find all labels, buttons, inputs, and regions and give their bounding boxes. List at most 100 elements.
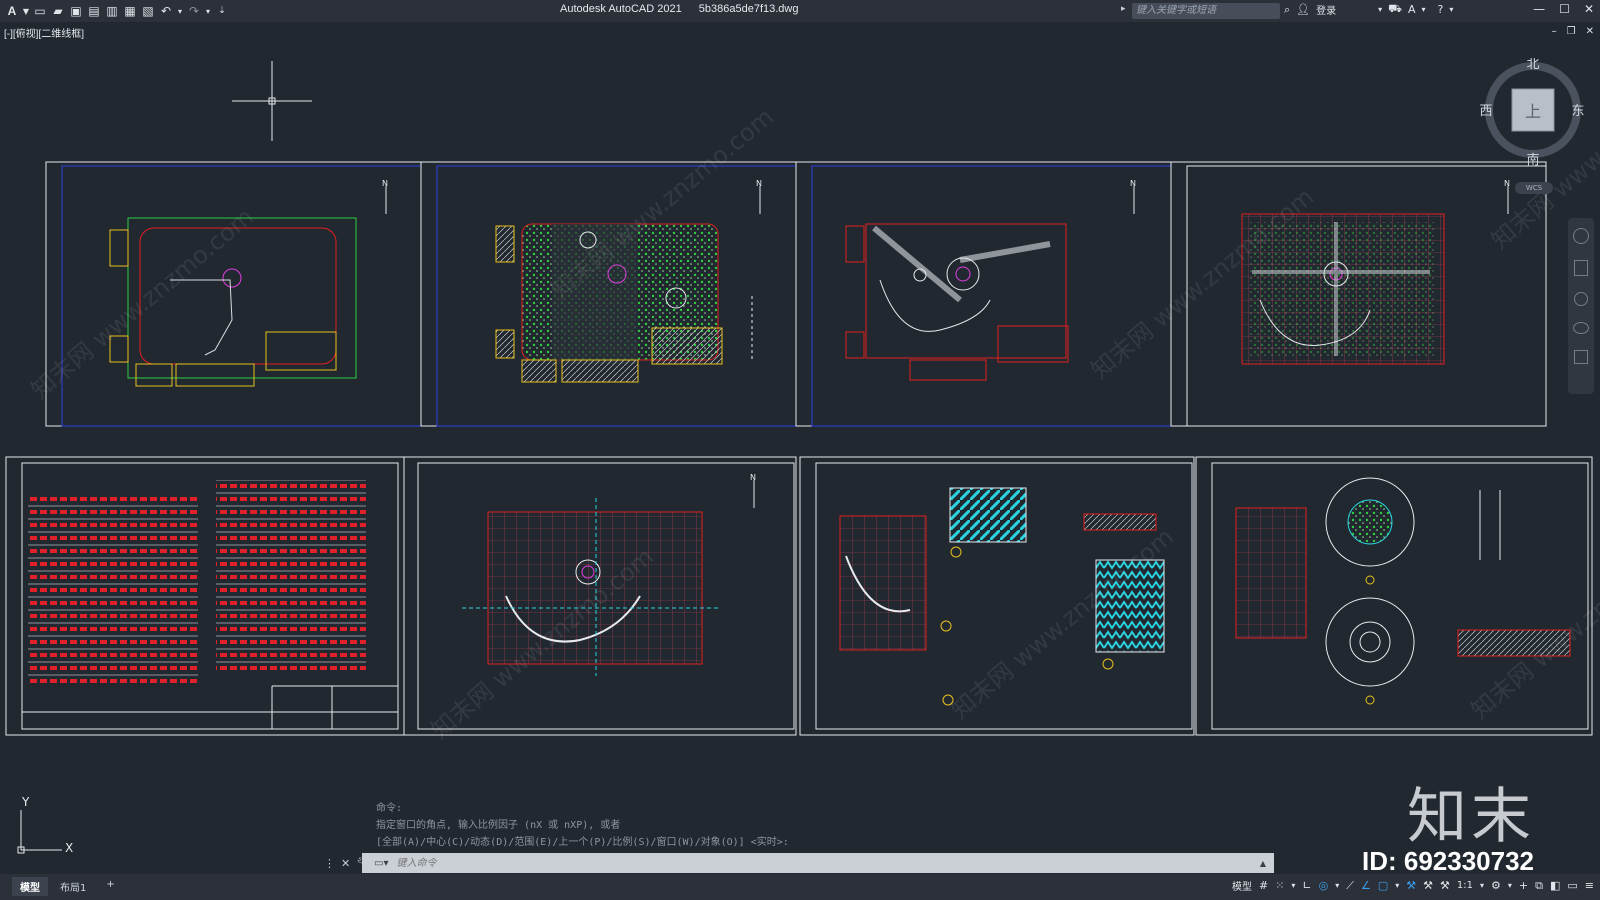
status-bar: 模型 布局1 + 模型 # ⁙ ▾ ∟ ◎ ▾ ⟋ ∠ ▢ ▾ ⚒ ⚒ ⚒ 1:… xyxy=(0,874,1600,900)
command-history: 命令: 指定窗口的角点, 输入比例因子 (nX 或 nXP), 或者 [全部(A… xyxy=(376,800,789,851)
watermark-logo: 知末 xyxy=(1407,782,1535,852)
steeringwheel-icon[interactable] xyxy=(1573,228,1589,244)
doc-restore-icon[interactable]: ❐ xyxy=(1567,26,1576,37)
infocenter-tools: ⌕ 👤︎ 登录 ▾ ⛟ A ▾ ? ▾ xyxy=(1284,2,1453,17)
command-input[interactable] xyxy=(394,856,1219,870)
sheet-paving-plan[interactable]: N xyxy=(795,161,1172,427)
customize-icon[interactable]: 🔧︎ xyxy=(356,857,370,870)
hardware-accel-icon[interactable]: ◧ xyxy=(1550,879,1560,892)
new-icon[interactable]: ▭ xyxy=(32,3,48,19)
grip-icon[interactable]: ⋮ xyxy=(324,857,335,870)
orbit-icon[interactable] xyxy=(1573,322,1589,334)
redo-dropdown-icon[interactable]: ▾ xyxy=(204,3,212,19)
save-icon[interactable]: ▣ xyxy=(68,3,84,19)
window-title: Autodesk AutoCAD 2021 5b386a5de7f13.dwg xyxy=(560,3,812,15)
doc-close-icon[interactable]: ✕ xyxy=(1586,26,1594,37)
user-icon[interactable]: 👤︎ xyxy=(1296,3,1310,16)
snap-icon[interactable]: ⁙ xyxy=(1275,879,1284,892)
compass-east[interactable]: 东 xyxy=(1571,104,1584,119)
drawing-canvas[interactable]: N N N N N Y X 知末网 www.znzmo.com 知末网 www.… xyxy=(0,40,1600,870)
clean-screen-icon[interactable]: ▭ xyxy=(1567,879,1577,892)
navigation-bar[interactable] xyxy=(1568,218,1594,394)
maximize-icon[interactable]: ☐ xyxy=(1559,2,1570,16)
search-input[interactable]: 键入关键字或短语 xyxy=(1132,3,1280,19)
ortho-icon[interactable]: ∟ xyxy=(1302,879,1311,892)
ucs-y-label: Y xyxy=(21,795,30,809)
open-icon[interactable]: ▰ xyxy=(50,3,66,19)
undo-dropdown-icon[interactable]: ▾ xyxy=(176,3,184,19)
add-layout-button[interactable]: + xyxy=(98,877,122,896)
cart-icon[interactable]: ⛟ xyxy=(1388,2,1402,17)
osnap-tracking-icon[interactable]: ∠ xyxy=(1361,879,1371,892)
osnap-icon[interactable]: ▢ xyxy=(1378,879,1388,892)
recent-commands-icon[interactable]: ▭▾ xyxy=(374,858,388,869)
sheet-structure-details[interactable] xyxy=(1195,456,1593,736)
redo-icon[interactable]: ↷ xyxy=(186,3,202,19)
workspace-icon[interactable]: ⇣ xyxy=(214,3,230,19)
annotation-visibility-icon[interactable]: ⚒ xyxy=(1406,879,1416,892)
document-window-controls: – ❐ ✕ xyxy=(1552,26,1594,37)
workspace-dropdown-icon[interactable]: ▾ xyxy=(1508,881,1512,890)
help-dropdown-icon[interactable]: ▾ xyxy=(1449,5,1453,14)
annotation-scale-icon[interactable]: ⚒ xyxy=(1440,879,1450,892)
plot-preview-icon[interactable]: ▥ xyxy=(104,3,120,19)
viewcube[interactable]: 上 北 南 东 西 WCS xyxy=(1478,57,1588,194)
ucs-icon xyxy=(17,810,62,854)
close-command-line-icon[interactable]: ✕ xyxy=(341,857,350,870)
isodraft-icon[interactable]: ⟋ xyxy=(1346,879,1354,893)
showmotion-icon[interactable] xyxy=(1574,350,1588,364)
snap-dropdown-icon[interactable]: ▾ xyxy=(1291,881,1295,890)
command-line: ⋮ ✕ 🔧︎ ▭▾ ▲ xyxy=(318,853,1274,873)
scale-dropdown-icon[interactable]: ▾ xyxy=(1480,881,1484,890)
annotation-autoscale-icon[interactable]: ⚒ xyxy=(1423,879,1433,892)
compass-west[interactable]: 西 xyxy=(1479,104,1492,119)
plus-icon[interactable]: + xyxy=(1519,879,1528,892)
model-space-button[interactable]: 模型 xyxy=(1232,878,1252,893)
plot-icon[interactable]: ▧ xyxy=(140,3,156,19)
quick-access-toolbar: A ▼ ▭ ▰ ▣ ▤ ▥ ▦ ▧ ↶ ▾ ↷ ▾ ⇣ xyxy=(4,3,230,19)
tab-model[interactable]: 模型 xyxy=(12,877,48,896)
tab-layout1[interactable]: 布局1 xyxy=(52,877,94,896)
wcs-menu[interactable]: WCS xyxy=(1515,182,1553,194)
polar-icon[interactable]: ◎ xyxy=(1319,879,1329,892)
compass-south[interactable]: 南 xyxy=(1526,152,1539,168)
search-expand-icon[interactable]: ▸ xyxy=(1121,4,1126,14)
doc-minimize-icon[interactable]: – xyxy=(1552,26,1557,37)
help-icon[interactable]: ? xyxy=(1438,3,1444,16)
polar-dropdown-icon[interactable]: ▾ xyxy=(1335,881,1339,890)
viewcube-top-face[interactable]: 上 xyxy=(1525,102,1541,121)
signin-dropdown-icon[interactable]: ▾ xyxy=(1378,5,1382,14)
sheet-grid-plan[interactable]: N xyxy=(1170,161,1547,427)
save-as-icon[interactable]: ▤ xyxy=(86,3,102,19)
ucs-x-label: X xyxy=(65,841,73,855)
app-menu-arrow-icon[interactable]: ▼ xyxy=(22,3,30,19)
viewport-controls[interactable]: [-][俯视][二维线框] xyxy=(4,25,84,40)
annotation-scale-value[interactable]: 1:1 xyxy=(1457,880,1473,891)
zoom-icon[interactable] xyxy=(1574,292,1588,306)
minimize-icon[interactable]: — xyxy=(1533,2,1545,16)
command-history-line: 指定窗口的角点, 输入比例因子 (nX 或 nXP), 或者 xyxy=(376,820,621,831)
command-history-toggle-icon[interactable]: ▲ xyxy=(1260,859,1266,868)
watermark-diagonal-text: 知末网 www.znzmo.com xyxy=(1466,523,1600,725)
undo-icon[interactable]: ↶ xyxy=(158,3,174,19)
compass-north[interactable]: 北 xyxy=(1526,57,1539,72)
svg-text:N: N xyxy=(750,473,756,482)
a360-dropdown-icon[interactable]: ▾ xyxy=(1422,5,1426,14)
svg-text:N: N xyxy=(1130,179,1136,188)
signin-link[interactable]: 登录 xyxy=(1316,2,1336,17)
app-menu-button[interactable]: A xyxy=(4,3,20,19)
isolate-objects-icon[interactable]: ⧉ xyxy=(1535,879,1543,893)
publish-icon[interactable]: ▦ xyxy=(122,3,138,19)
osnap-dropdown-icon[interactable]: ▾ xyxy=(1395,881,1399,890)
workspace-switch-icon[interactable]: ⚙ xyxy=(1491,879,1501,892)
customization-menu-icon[interactable]: ≡ xyxy=(1585,879,1594,892)
close-icon[interactable]: ✕ xyxy=(1584,2,1594,16)
cursor-crosshair xyxy=(232,61,312,141)
sheet-design-notes[interactable] xyxy=(5,456,405,736)
search-icon[interactable]: ⌕ xyxy=(1284,3,1290,17)
pan-icon[interactable] xyxy=(1574,260,1588,276)
grid-icon[interactable]: # xyxy=(1259,879,1268,892)
sheet-planting-plan[interactable]: N xyxy=(420,161,797,427)
sheet-site-plan-1[interactable]: N xyxy=(45,161,422,427)
a360-icon[interactable]: A xyxy=(1408,3,1416,16)
